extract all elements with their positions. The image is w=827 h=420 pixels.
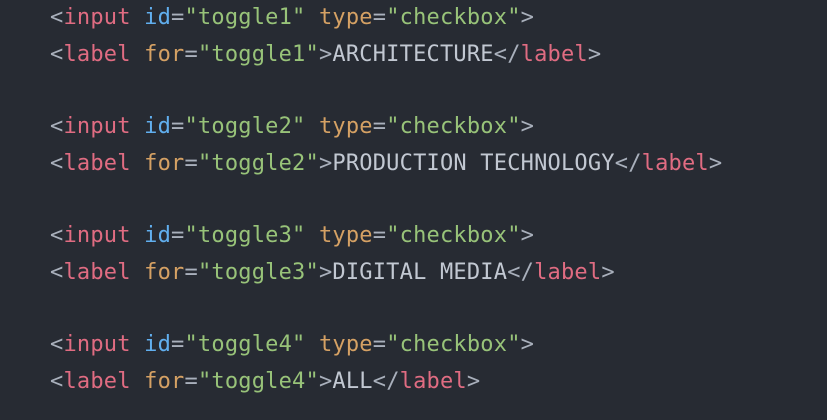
id-value: "toggle2" <box>184 114 306 139</box>
lt-punct: < <box>50 332 64 357</box>
eq-punct: = <box>184 259 198 285</box>
gt-punct: > <box>318 368 333 394</box>
id-value: "toggle1" <box>184 5 306 30</box>
label-tag: label <box>520 41 588 67</box>
for-attr: for <box>144 259 185 285</box>
lt-punct: < <box>50 259 64 285</box>
type-value: "checkbox" <box>386 5 521 30</box>
type-attr: type <box>318 332 373 357</box>
for-value: "toggle3" <box>197 259 319 285</box>
code-line-label-4[interactable]: <label for="toggle4">ALL</label> <box>50 367 827 404</box>
eq-punct: = <box>171 114 185 139</box>
for-attr: for <box>144 41 185 67</box>
code-line-label-2[interactable]: <label for="toggle2">PRODUCTION TECHNOLO… <box>50 149 827 186</box>
label-tag: label <box>63 368 131 394</box>
input-tag: input <box>63 114 131 139</box>
label-tag: label <box>641 150 709 176</box>
gt-punct: > <box>587 41 602 67</box>
code-line-input-3[interactable]: <input id="toggle3" type="checkbox"> <box>50 221 827 258</box>
input-tag: input <box>63 223 131 248</box>
input-tag: input <box>63 332 131 357</box>
label-text: ARCHITECTURE <box>332 41 494 67</box>
input-tag: input <box>63 5 131 30</box>
for-value: "toggle2" <box>197 150 319 176</box>
close-lt-punct: </ <box>493 41 521 67</box>
gt-punct: > <box>318 259 333 285</box>
id-attr: id <box>144 5 172 30</box>
id-attr: id <box>144 332 172 357</box>
id-attr: id <box>144 114 172 139</box>
eq-punct: = <box>171 5 185 30</box>
eq-punct: = <box>372 223 387 248</box>
close-lt-punct: </ <box>372 368 400 394</box>
label-tag: label <box>63 41 131 67</box>
code-line-label-1[interactable]: <label for="toggle1">ARCHITECTURE</label… <box>50 40 827 77</box>
gt-punct: > <box>520 5 535 30</box>
eq-punct: = <box>372 332 387 357</box>
eq-punct: = <box>171 223 185 248</box>
eq-punct: = <box>372 5 387 30</box>
label-tag: label <box>63 259 131 285</box>
code-editor[interactable]: <input id="toggle1" type="checkbox"> <la… <box>0 0 827 420</box>
gt-punct: > <box>708 150 723 176</box>
eq-punct: = <box>171 332 185 357</box>
lt-punct: < <box>50 150 64 176</box>
close-lt-punct: </ <box>507 259 535 285</box>
code-line-input-4[interactable]: <input id="toggle4" type="checkbox"> <box>50 330 827 367</box>
code-line-input-1[interactable]: <input id="toggle1" type="checkbox"> <box>50 3 827 40</box>
label-tag: label <box>399 368 467 394</box>
for-value: "toggle1" <box>197 41 319 67</box>
label-tag: label <box>63 150 131 176</box>
id-attr: id <box>144 223 172 248</box>
code-line-input-2[interactable]: <input id="toggle2" type="checkbox"> <box>50 112 827 149</box>
for-attr: for <box>144 150 185 176</box>
type-attr: type <box>318 114 373 139</box>
gt-punct: > <box>466 368 481 394</box>
type-value: "checkbox" <box>386 223 521 248</box>
gt-punct: > <box>520 114 535 139</box>
gt-punct: > <box>318 150 333 176</box>
label-tag: label <box>534 259 602 285</box>
type-attr: type <box>318 223 373 248</box>
type-value: "checkbox" <box>386 332 521 357</box>
label-text: ALL <box>332 368 373 394</box>
label-text: PRODUCTION TECHNOLOGY <box>332 150 615 176</box>
type-value: "checkbox" <box>386 114 521 139</box>
eq-punct: = <box>184 368 198 394</box>
eq-punct: = <box>372 114 387 139</box>
lt-punct: < <box>50 5 64 30</box>
for-attr: for <box>144 368 185 394</box>
gt-punct: > <box>601 259 615 285</box>
id-value: "toggle4" <box>184 332 306 357</box>
code-line-label-3[interactable]: <label for="toggle3">DIGITAL MEDIA</labe… <box>50 258 827 295</box>
eq-punct: = <box>184 41 198 67</box>
eq-punct: = <box>184 150 198 176</box>
lt-punct: < <box>50 368 64 394</box>
lt-punct: < <box>50 41 64 67</box>
for-value: "toggle4" <box>197 368 319 394</box>
gt-punct: > <box>520 332 535 357</box>
gt-punct: > <box>520 223 535 248</box>
id-value: "toggle3" <box>184 223 306 248</box>
lt-punct: < <box>50 114 64 139</box>
type-attr: type <box>318 5 373 30</box>
label-text: DIGITAL MEDIA <box>332 259 508 285</box>
gt-punct: > <box>318 41 333 67</box>
lt-punct: < <box>50 223 64 248</box>
close-lt-punct: </ <box>614 150 642 176</box>
